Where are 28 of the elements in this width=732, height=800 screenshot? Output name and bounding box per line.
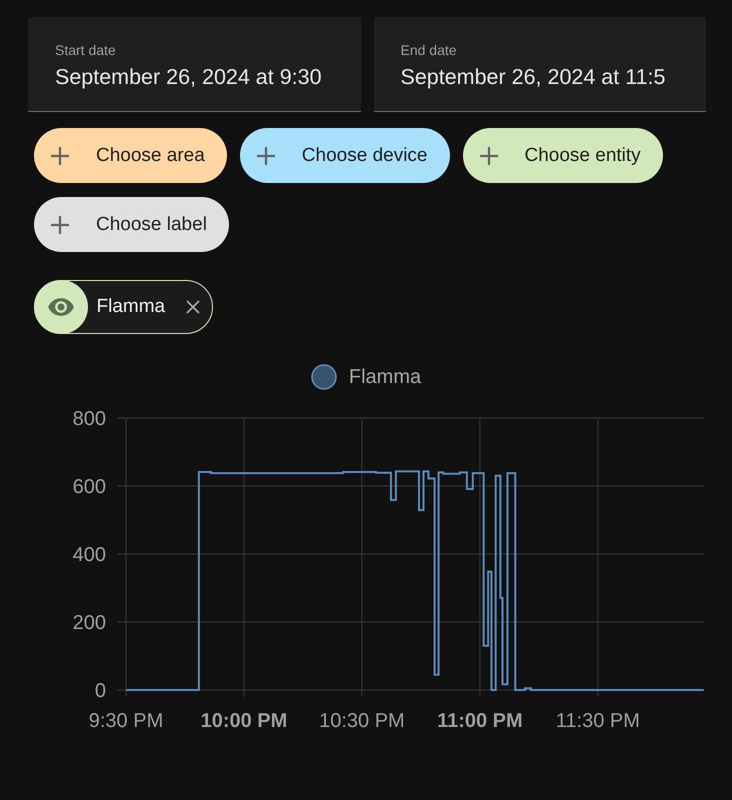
legend-marker-icon xyxy=(310,364,337,390)
x-axis-label: 10:30 PM xyxy=(319,710,405,732)
add-filter-button[interactable]: Choose device xyxy=(240,128,450,183)
y-axis-label: 800 xyxy=(72,408,106,430)
field-label: Start date xyxy=(55,42,116,59)
x-axis-label: 11:30 PM xyxy=(556,710,640,732)
eye-icon xyxy=(34,280,88,334)
add-filter-button[interactable]: Choose label xyxy=(34,197,229,252)
add-filter-button[interactable]: Choose entity xyxy=(462,128,663,183)
plus-icon xyxy=(50,146,70,166)
plus-icon xyxy=(478,146,498,166)
x-axis-label: 11:00 PM xyxy=(437,710,523,732)
legend-item[interactable]: Flamma xyxy=(310,364,422,390)
x-axis-label: 10:00 PM xyxy=(200,710,288,732)
y-axis-label: 200 xyxy=(72,612,106,634)
plus-icon xyxy=(256,146,276,166)
y-axis-label: 400 xyxy=(72,544,106,566)
y-axis-label: 0 xyxy=(94,680,106,702)
close-icon[interactable] xyxy=(186,300,200,314)
field-label: End date xyxy=(400,42,457,59)
y-axis-label: 600 xyxy=(72,476,106,498)
legend-label: Flamma xyxy=(348,366,422,388)
x-axis-label: 9:30 PM xyxy=(88,710,164,732)
date-field[interactable]: Start date September 26, 2024 at 9:30 xyxy=(28,17,360,112)
add-filter-button[interactable]: Choose area xyxy=(34,128,227,183)
plus-icon xyxy=(50,214,70,234)
date-field[interactable]: End date September 26, 2024 at 11:5 xyxy=(374,17,706,112)
entity-chip[interactable]: Flamma xyxy=(34,280,214,334)
